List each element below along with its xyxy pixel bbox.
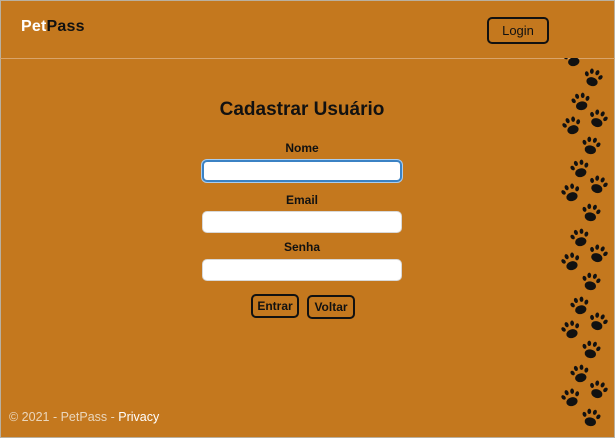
submit-button[interactable]: Entrar [251,294,299,318]
name-field[interactable] [202,160,402,182]
footer-copyright: © 2021 - PetPass [9,410,108,424]
password-field[interactable] [202,259,402,281]
password-label: Senha [283,240,320,254]
privacy-link[interactable]: Privacy [118,410,159,424]
brand-pet: Pet [21,18,47,35]
footer-separator: - [107,410,119,424]
back-button[interactable]: Voltar [307,295,355,319]
brand-pass: Pass [46,18,85,35]
footer: © 2021 - PetPass - Privacy [9,410,159,424]
brand-logo[interactable]: PetPass [21,18,85,36]
email-field[interactable] [202,211,402,233]
email-label: Email [285,193,318,207]
login-button[interactable]: Login [487,17,549,44]
navbar: PetPass Login [0,0,615,59]
page-title: Cadastrar Usuário [219,99,385,120]
name-label: Nome [285,141,319,155]
